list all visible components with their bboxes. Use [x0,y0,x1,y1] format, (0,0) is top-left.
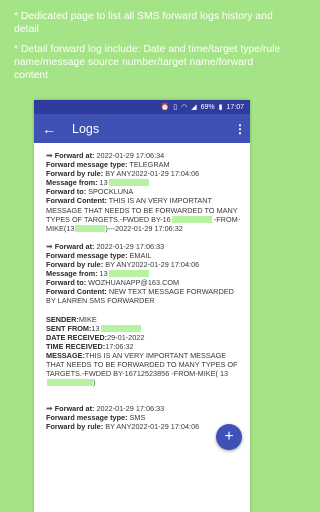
date-value: 29-01-2022 [107,332,145,342]
to-row: Forward to: SPOCKLUNA [46,187,243,196]
log-entry[interactable]: ➡ Forward at: 2022-01-29 17:06:33 Forward… [46,242,243,306]
forward-at-label: Forward at: [54,151,95,160]
forward-at-label: Forward at: [54,241,95,251]
sms-detail: SENDER:MIKE SENT FROM:13 DATE RECEIVED:2… [46,315,243,388]
redaction-mark [100,324,141,332]
message-end: ) [93,378,96,388]
date-row: DATE RECEIVED:29-01-2022 [46,333,243,342]
overflow-menu-icon[interactable]: ⋮ [234,122,246,136]
rule-label: Forward by rule: [46,422,104,432]
content-row: Forward Content: NEW TEXT MESSAGE FORWAR… [46,287,243,305]
time-label: TIME RECEIVED: [46,341,106,351]
forward-at-row: ➡ Forward at: 2022-01-29 17:06:34 [46,151,243,160]
date-label: DATE RECEIVED: [46,332,108,342]
type-row: Forward message type: EMAIL [46,251,243,260]
forward-arrow-icon: ➡ [46,241,53,251]
signal-icon: ◢ [191,103,197,111]
sent-from-row: SENT FROM:13 [46,324,243,333]
from-value: 13 [99,269,108,279]
forward-at-value: 2022-01-29 17:06:34 [96,151,165,160]
type-value: SMS [129,413,146,423]
log-entry[interactable]: ➡ Forward at: 2022-01-29 17:06:34 Forward… [46,151,243,233]
content-label: Forward Content: [46,287,107,297]
battery-icon: ▮ [218,103,223,111]
from-label: Message from: [46,178,98,188]
redaction-mark [108,270,149,278]
type-row: Forward message type: TELEGRAM [46,160,243,169]
rule-value: BY ANY2022-01-29 17:04:06 [105,260,200,270]
app-bar: ← Logs ⋮ [34,114,250,143]
sender-row: SENDER:MIKE [46,315,243,324]
log-list[interactable]: ➡ Forward at: 2022-01-29 17:06:34 Forward… [34,143,250,432]
page-title: Logs [72,121,100,136]
type-label: Forward message type: [46,160,128,170]
status-time: 17:07 [226,103,244,111]
to-row: Forward to: WOZHUANAPP@163.COM [46,278,243,287]
forward-arrow-icon: ➡ [46,404,53,414]
content-row: Forward Content: THIS IS AN VERY IMPORTA… [46,196,243,232]
sender-value: MIKE [78,314,97,324]
message-label: MESSAGE: [46,350,85,360]
forward-arrow-icon: ➡ [46,151,53,160]
content-value-3: )---2022-01-29 17:06:32 [105,223,183,233]
sent-from-label: SENT FROM: [46,323,92,333]
back-arrow-icon[interactable]: ← [42,121,66,137]
type-value: TELEGRAM [129,160,170,170]
promo-text: * Dedicated page to list all SMS forward… [14,10,282,89]
message-row: MESSAGE:THIS IS AN VERY IMPORTANT MESSAG… [46,351,243,387]
redaction-mark [75,224,106,232]
status-bar: ⏰ ▯ ◠ ◢ 69% ▮ 17:07 [34,100,250,114]
rule-row: Forward by rule: BY ANY2022-01-29 17:04:… [46,422,243,431]
rule-row: Forward by rule: BY ANY2022-01-29 17:04:… [46,260,243,269]
type-label: Forward message type: [46,413,128,423]
redaction-mark [47,379,93,387]
alarm-icon: ⏰ [160,103,170,111]
rule-label: Forward by rule: [46,260,104,270]
rule-value: BY ANY2022-01-29 17:04:06 [105,169,200,179]
rule-label: Forward by rule: [46,169,104,179]
from-value: 13 [99,178,108,188]
plus-icon: + [224,428,234,445]
redaction-mark [108,179,149,187]
rule-value: BY ANY2022-01-29 17:04:06 [105,422,200,432]
forward-at-row: ➡ Forward at: 2022-01-29 17:06:33 [46,404,243,413]
forward-at-row: ➡ Forward at: 2022-01-29 17:06:33 [46,242,243,251]
to-value: SPOCKLUNA [88,187,134,197]
log-entry[interactable]: ➡ Forward at: 2022-01-29 17:06:33 Forward… [46,404,243,431]
forward-at-label: Forward at: [54,404,95,414]
rule-row: Forward by rule: BY ANY2022-01-29 17:04:… [46,169,243,178]
promo-line-2: * Detail forward log include: Date and t… [14,44,281,81]
type-row: Forward message type: SMS [46,413,243,422]
phone-screen: ⏰ ▯ ◠ ◢ 69% ▮ 17:07 ← Logs ⋮ ➡ Forward at… [34,100,250,512]
from-label: Message from: [46,269,98,279]
vibrate-icon: ▯ [173,103,178,111]
sent-from-value: 13 [91,323,100,333]
forward-at-value: 2022-01-29 17:06:33 [96,241,165,251]
to-value: WOZHUANAPP@163.COM [88,278,180,288]
from-row: Message from: 13 [46,269,243,278]
redaction-mark [171,215,212,223]
type-value: EMAIL [129,250,152,260]
promo-line-1: * Dedicated page to list all SMS forward… [14,11,273,35]
battery-level: 69% [200,103,215,111]
wifi-icon: ◠ [181,103,188,111]
content-label: Forward Content: [46,196,107,206]
from-row: Message from: 13 [46,178,243,187]
type-label: Forward message type: [46,250,128,260]
time-row: TIME RECEIVED:17:06:32 [46,342,243,351]
to-label: Forward to: [46,278,87,288]
forward-at-value: 2022-01-29 17:06:33 [96,404,165,414]
time-value: 17:06:32 [105,341,134,351]
to-label: Forward to: [46,187,87,197]
add-button[interactable]: + [216,424,242,450]
sender-label: SENDER: [46,314,79,324]
